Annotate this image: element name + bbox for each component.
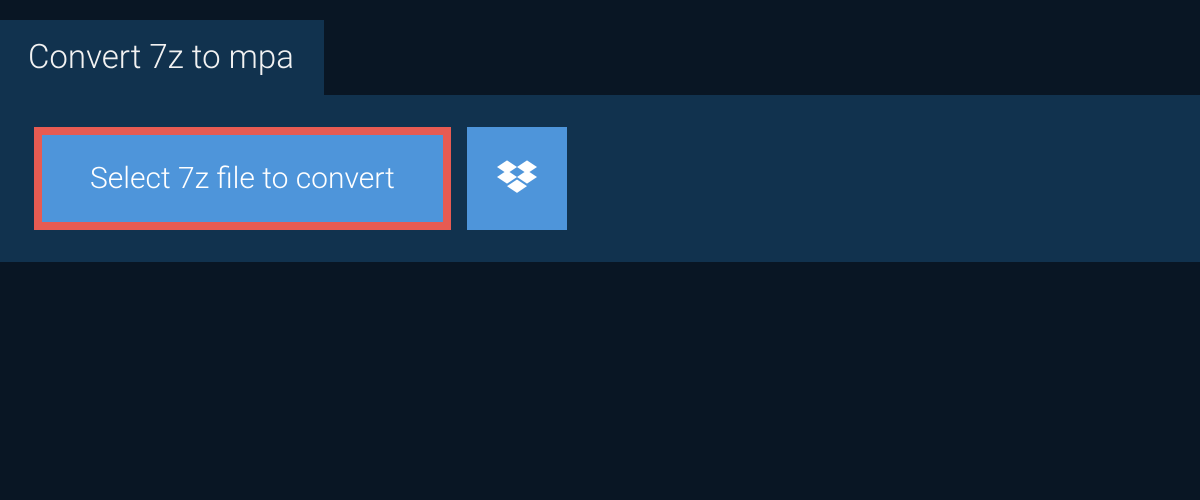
page-title-tab: Convert 7z to mpa	[0, 20, 324, 95]
dropbox-icon	[497, 157, 537, 201]
dropbox-button[interactable]	[467, 127, 567, 230]
select-file-button[interactable]: Select 7z file to convert	[34, 127, 451, 230]
select-file-label: Select 7z file to convert	[90, 161, 395, 196]
page-title: Convert 7z to mpa	[28, 38, 294, 77]
upload-panel: Select 7z file to convert	[0, 95, 1200, 262]
